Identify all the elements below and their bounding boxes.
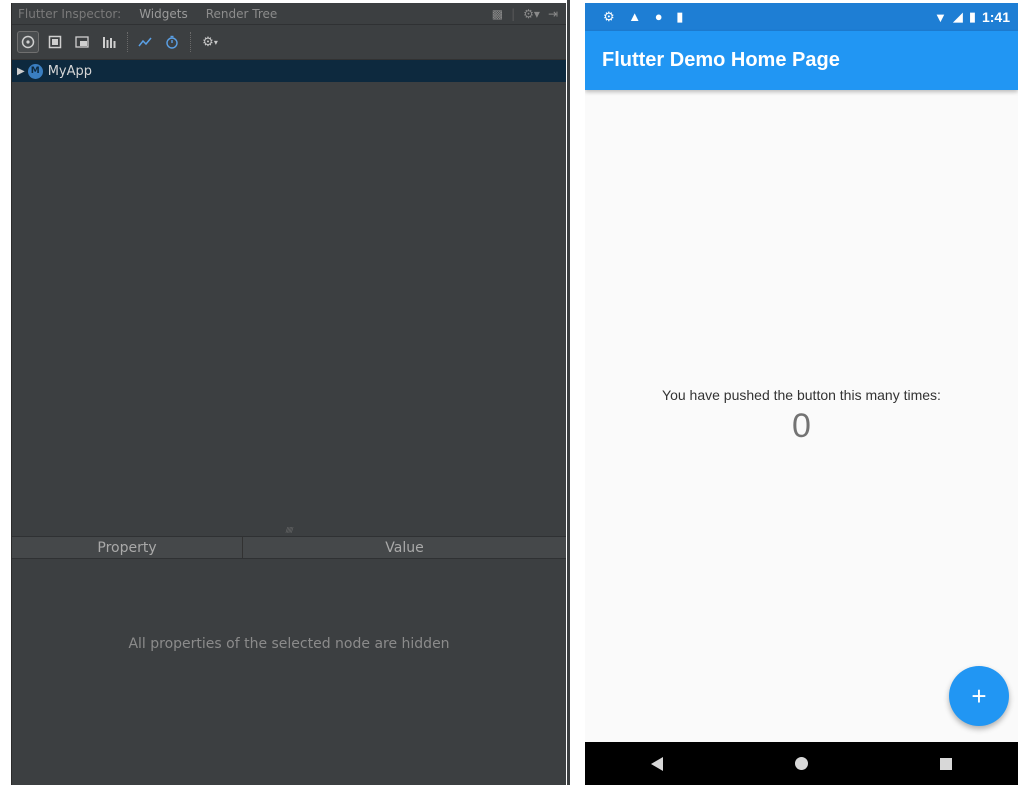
column-header-value[interactable]: Value bbox=[243, 537, 566, 558]
message-icon[interactable]: ▩ bbox=[492, 7, 503, 21]
back-triangle-icon bbox=[651, 756, 664, 771]
sd-card-icon: ▮ bbox=[676, 9, 684, 24]
android-emulator-screen: ⚙ ▲ ● ▮ ▼ ◢ ▮ 1:41 Flutter Demo Home Pag… bbox=[585, 3, 1018, 785]
toolbar-divider bbox=[190, 32, 191, 52]
status-bar: ⚙ ▲ ● ▮ ▼ ◢ ▮ 1:41 bbox=[585, 3, 1018, 31]
splitter-grip-icon[interactable]: ///// bbox=[286, 526, 294, 534]
flutter-inspector-panel: Flutter Inspector: Widgets Render Tree ▩… bbox=[11, 3, 566, 785]
slow-animations-icon[interactable] bbox=[161, 31, 183, 53]
status-time: 1:41 bbox=[981, 9, 1010, 25]
battery-icon: ▮ bbox=[968, 9, 976, 24]
inspector-toolbar: ⚙ ▾ bbox=[12, 25, 566, 60]
repaint-rainbow-icon[interactable] bbox=[71, 31, 93, 53]
wifi-icon: ▼ bbox=[933, 9, 947, 25]
column-header-property[interactable]: Property bbox=[12, 537, 243, 558]
properties-empty-state: All properties of the selected node are … bbox=[12, 559, 566, 729]
android-navigation-bar bbox=[585, 742, 1018, 785]
nav-back-button[interactable] bbox=[637, 749, 677, 779]
properties-table-header: Property Value bbox=[12, 536, 566, 559]
warning-icon: ▲ bbox=[628, 9, 642, 24]
widget-tree-area: ///// bbox=[12, 82, 566, 536]
settings-dropdown-icon[interactable]: ⚙ ▾ bbox=[197, 31, 223, 53]
timeline-icon[interactable] bbox=[134, 31, 156, 53]
expand-arrow-icon[interactable]: ▶ bbox=[17, 66, 25, 77]
home-page-body: You have pushed the button this many tim… bbox=[585, 90, 1018, 742]
widget-tree-row[interactable]: ▶ M MyApp bbox=[12, 60, 566, 82]
tab-tools: ▩ | ⚙▾ ⇥ bbox=[484, 3, 558, 25]
tree-node-label: MyApp bbox=[47, 63, 93, 79]
settings-icon: ⚙ bbox=[603, 9, 615, 24]
select-widget-icon[interactable] bbox=[17, 31, 39, 53]
gear-dropdown-icon[interactable]: ⚙▾ bbox=[523, 7, 540, 21]
signal-icon: ◢ bbox=[952, 9, 963, 24]
counter-value: 0 bbox=[792, 407, 811, 445]
window-gutter bbox=[566, 0, 585, 785]
circle-icon: ● bbox=[654, 9, 663, 24]
nav-recents-button[interactable] bbox=[926, 749, 966, 779]
tab-render-tree[interactable]: Render Tree bbox=[206, 7, 278, 21]
debug-paint-icon[interactable] bbox=[44, 31, 66, 53]
widget-badge-icon: M bbox=[27, 63, 43, 79]
tab-widgets[interactable]: Widgets bbox=[139, 7, 188, 21]
tab-flutter-inspector: Flutter Inspector: bbox=[18, 6, 122, 21]
nav-home-button[interactable] bbox=[781, 749, 821, 779]
toolbar-divider bbox=[127, 32, 128, 52]
performance-overlay-icon[interactable] bbox=[98, 31, 120, 53]
plus-icon: + bbox=[971, 680, 987, 711]
properties-empty-message: All properties of the selected node are … bbox=[128, 636, 450, 652]
divider: | bbox=[511, 7, 516, 21]
inspector-tab-bar: Flutter Inspector: Widgets Render Tree ▩… bbox=[12, 3, 566, 25]
app-bar-title: Flutter Demo Home Page bbox=[602, 49, 840, 71]
app-bar: Flutter Demo Home Page bbox=[585, 31, 1018, 90]
counter-caption: You have pushed the button this many tim… bbox=[662, 387, 941, 403]
home-circle-icon bbox=[794, 757, 808, 770]
recents-square-icon bbox=[939, 757, 952, 770]
increment-fab-button[interactable]: + bbox=[949, 666, 1009, 726]
hide-panel-icon[interactable]: ⇥ bbox=[548, 7, 558, 21]
